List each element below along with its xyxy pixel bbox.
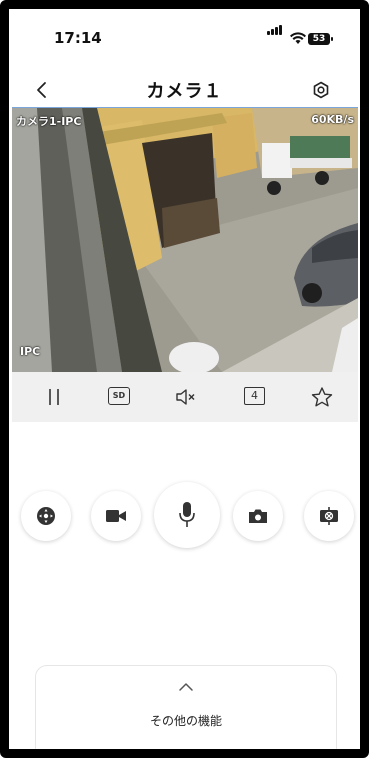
camera-name-overlay: カメラ1-IPC bbox=[16, 115, 82, 128]
video-camera-icon bbox=[106, 510, 126, 522]
status-time: 17:14 bbox=[54, 29, 102, 47]
quality-button[interactable]: SD bbox=[108, 386, 132, 408]
settings-hexagon-icon[interactable] bbox=[312, 81, 330, 99]
microphone-icon bbox=[179, 502, 195, 527]
split-view-button[interactable]: 4 bbox=[244, 386, 268, 408]
bitrate-overlay: 60KB/s bbox=[311, 113, 354, 126]
talk-button[interactable] bbox=[154, 482, 220, 548]
pause-button[interactable] bbox=[42, 386, 66, 408]
sd-quality-icon: SD bbox=[108, 387, 130, 405]
lens-control-button[interactable] bbox=[304, 491, 354, 541]
home-indicator[interactable] bbox=[134, 750, 238, 754]
mute-button[interactable] bbox=[174, 386, 198, 408]
pause-icon bbox=[49, 389, 59, 405]
ptz-icon bbox=[37, 507, 55, 525]
snapshot-button[interactable] bbox=[233, 491, 283, 541]
camera-feed-image bbox=[12, 108, 358, 372]
wifi-icon bbox=[290, 32, 306, 44]
live-video-view[interactable]: カメラ1-IPC 60KB/s IPC bbox=[12, 107, 358, 373]
page-title: カメラ１ bbox=[146, 81, 223, 102]
favorite-button[interactable] bbox=[310, 386, 334, 408]
speaker-muted-icon bbox=[176, 389, 195, 405]
ipc-watermark: IPC bbox=[20, 345, 41, 358]
battery-icon: 53 bbox=[308, 33, 333, 45]
nav-header: カメラ１ bbox=[9, 69, 360, 109]
star-icon bbox=[311, 387, 333, 407]
control-buttons-row bbox=[9, 479, 360, 559]
video-toolbar: SD 4 bbox=[12, 372, 358, 422]
record-button[interactable] bbox=[91, 491, 141, 541]
split-count-icon: 4 bbox=[244, 387, 265, 405]
status-bar: 17:14 53 bbox=[9, 9, 360, 69]
ptz-button[interactable] bbox=[21, 491, 71, 541]
camera-icon bbox=[249, 509, 267, 523]
lens-control-icon bbox=[320, 507, 338, 525]
chevron-up-icon[interactable] bbox=[178, 682, 194, 692]
more-features-label: その他の機能 bbox=[149, 714, 222, 728]
more-features-panel[interactable]: その他の機能 bbox=[35, 665, 337, 754]
phone-frame: 17:14 53 カメラ１ カメラ1-IPC 60KB/s IPC SD 4 そ… bbox=[0, 0, 369, 758]
